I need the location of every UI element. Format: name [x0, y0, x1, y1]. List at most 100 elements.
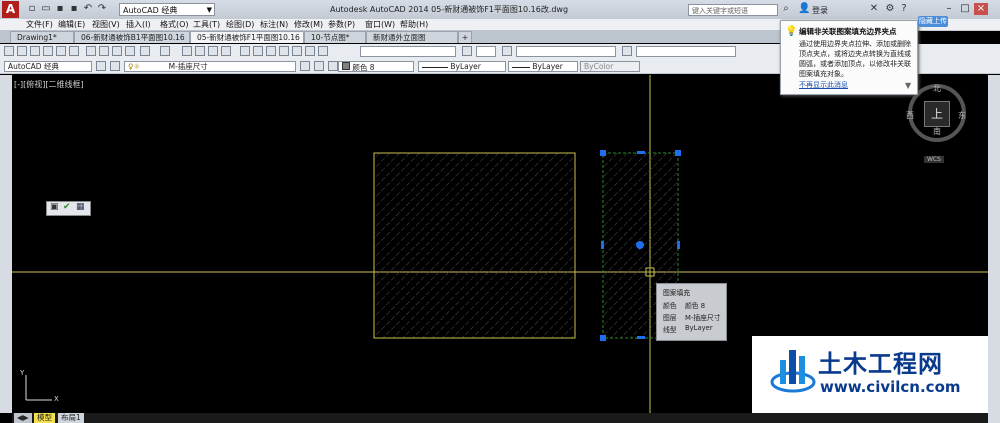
- saveas-icon[interactable]: ▪: [68, 3, 80, 15]
- tab-detail[interactable]: 10-节点图*: [304, 31, 366, 43]
- layer-match-icon[interactable]: [328, 61, 338, 71]
- wcs-menu[interactable]: WCS: [924, 156, 944, 163]
- user-icon[interactable]: 👤: [798, 3, 810, 15]
- help-icon[interactable]: ?: [898, 3, 910, 15]
- tb-new-icon[interactable]: [4, 46, 14, 56]
- tip-expand-icon[interactable]: ▼: [905, 81, 911, 90]
- dont-show-again-link[interactable]: 不再显示此消息: [799, 80, 848, 90]
- tb-toolpalette-icon[interactable]: [266, 46, 276, 56]
- navcube-top-face[interactable]: 上: [924, 101, 950, 127]
- tab-drawing1[interactable]: Drawing1*: [10, 31, 74, 43]
- undo-icon[interactable]: ↶: [82, 3, 94, 15]
- new-icon[interactable]: ▫: [26, 3, 38, 15]
- new-tab-button[interactable]: +: [458, 31, 472, 43]
- tb-designcenter-icon[interactable]: [253, 46, 263, 56]
- ws-settings-icon[interactable]: [96, 61, 106, 71]
- tab-f1-plan[interactable]: 05-新财通被饰F1平面图10.16改*: [190, 31, 304, 54]
- grip-edge-right: [677, 241, 680, 249]
- exchange-icon[interactable]: ✕: [868, 3, 880, 15]
- viewport-controls[interactable]: [-][俯视][二维线框]: [14, 79, 84, 90]
- workspace-select[interactable]: AutoCAD 经典 ▼: [119, 3, 215, 16]
- tb-pan-icon[interactable]: [182, 46, 192, 56]
- dimstyle-select[interactable]: [476, 46, 496, 57]
- upload-button[interactable]: 隐藏上传: [918, 16, 948, 27]
- plotstyle-combo[interactable]: ByColor: [580, 61, 640, 72]
- search-input[interactable]: 键入关键字或短语: [688, 4, 778, 16]
- tb-copy-icon[interactable]: [99, 46, 109, 56]
- tb-tablestyle-icon[interactable]: [502, 46, 512, 56]
- tb-undo-icon[interactable]: [140, 46, 150, 56]
- bulb-icon: ♀☼: [128, 62, 141, 71]
- navcube-east[interactable]: 东: [958, 110, 966, 121]
- login-link[interactable]: 登录: [812, 5, 828, 16]
- menu-draw[interactable]: 绘图(D): [226, 19, 254, 30]
- search-icon[interactable]: ⌕: [780, 3, 792, 15]
- tb-preview-icon[interactable]: [56, 46, 66, 56]
- checkmark-icon[interactable]: ✔: [63, 202, 71, 212]
- menu-parameter[interactable]: 参数(P): [328, 19, 355, 30]
- chevron-down-icon: ▼: [206, 6, 212, 14]
- close-button[interactable]: ×: [974, 3, 988, 15]
- navcube-north[interactable]: 北: [933, 83, 941, 94]
- tb-mleader-icon[interactable]: [622, 46, 632, 56]
- open-icon[interactable]: ▭: [40, 3, 52, 15]
- layer-combo[interactable]: ♀☼ M-插座尺寸: [124, 61, 296, 72]
- navcube-south[interactable]: 南: [933, 126, 941, 137]
- tablestyle-select[interactable]: [516, 46, 616, 57]
- menu-modify[interactable]: 修改(M): [294, 19, 323, 30]
- tab-model[interactable]: 模型: [34, 413, 55, 423]
- menu-view[interactable]: 视图(V): [92, 19, 120, 30]
- tb-zoom-window-icon[interactable]: [208, 46, 218, 56]
- layer-previous-icon[interactable]: [314, 61, 324, 71]
- insert-icon[interactable]: ▣: [50, 202, 59, 212]
- watermark-logo-icon: [770, 350, 816, 393]
- tb-paste-icon[interactable]: [112, 46, 122, 56]
- tab-b1-plan[interactable]: 06-新财通被饰B1平面图10.16改*: [74, 31, 190, 54]
- tb-cut-icon[interactable]: [86, 46, 96, 56]
- menu-format[interactable]: 格式(O): [160, 19, 189, 30]
- navcube-west[interactable]: 西: [906, 110, 914, 121]
- menu-help[interactable]: 帮助(H): [400, 19, 428, 30]
- redo-icon[interactable]: ↷: [96, 3, 108, 15]
- linetype-combo[interactable]: ByLayer: [418, 61, 506, 72]
- color-combo[interactable]: 颜色 8: [338, 61, 414, 72]
- layer-current-icon[interactable]: [300, 61, 310, 71]
- tb-open-icon[interactable]: [17, 46, 27, 56]
- mleaderstyle-select[interactable]: [636, 46, 736, 57]
- menu-edit[interactable]: 编辑(E): [58, 19, 85, 30]
- tb-matchprop-icon[interactable]: [125, 46, 135, 56]
- menu-file[interactable]: 文件(F): [26, 19, 53, 30]
- menu-window[interactable]: 窗口(W): [365, 19, 395, 30]
- tb-redo-icon[interactable]: [160, 46, 170, 56]
- textstyle-select[interactable]: [360, 46, 456, 57]
- network-icon[interactable]: ⚙: [884, 3, 896, 15]
- layout-nav-arrows[interactable]: ◀▶: [14, 413, 32, 423]
- tip-title: 编辑非关联图案填充边界夹点: [799, 27, 897, 36]
- save-icon[interactable]: ▪: [54, 3, 66, 15]
- tb-quickcalc-icon[interactable]: [305, 46, 315, 56]
- layer-manager-icon[interactable]: [110, 61, 120, 71]
- tb-zoom-icon[interactable]: [195, 46, 205, 56]
- tb-properties-icon[interactable]: [240, 46, 250, 56]
- app-menu-button[interactable]: A: [2, 1, 19, 18]
- lineweight-combo[interactable]: ByLayer: [508, 61, 578, 72]
- tb-save-icon[interactable]: [30, 46, 40, 56]
- tb-help-icon[interactable]: [318, 46, 328, 56]
- minimize-button[interactable]: –: [942, 3, 956, 15]
- maximize-button[interactable]: □: [958, 3, 972, 15]
- tb-dimstyle-icon[interactable]: [462, 46, 472, 56]
- tb-sheetset-icon[interactable]: [279, 46, 289, 56]
- tb-zoom-prev-icon[interactable]: [221, 46, 231, 56]
- menu-dimension[interactable]: 标注(N): [260, 19, 288, 30]
- workspace-combo[interactable]: AutoCAD 经典: [4, 61, 92, 72]
- tb-plot-icon[interactable]: [43, 46, 53, 56]
- tab-layout1[interactable]: 布局1: [58, 413, 84, 423]
- floating-toolbar: ▣ ✔ ▦: [46, 201, 91, 216]
- menu-tools[interactable]: 工具(T): [193, 19, 220, 30]
- tab-elevation[interactable]: 新财通外立面图1009(1)*: [366, 31, 458, 54]
- tb-markup-icon[interactable]: [292, 46, 302, 56]
- watermark: 土木工程网 www.civilcn.com: [752, 336, 988, 413]
- tb-publish-icon[interactable]: [69, 46, 79, 56]
- menu-insert[interactable]: 插入(I): [126, 19, 151, 30]
- table-icon[interactable]: ▦: [76, 202, 85, 212]
